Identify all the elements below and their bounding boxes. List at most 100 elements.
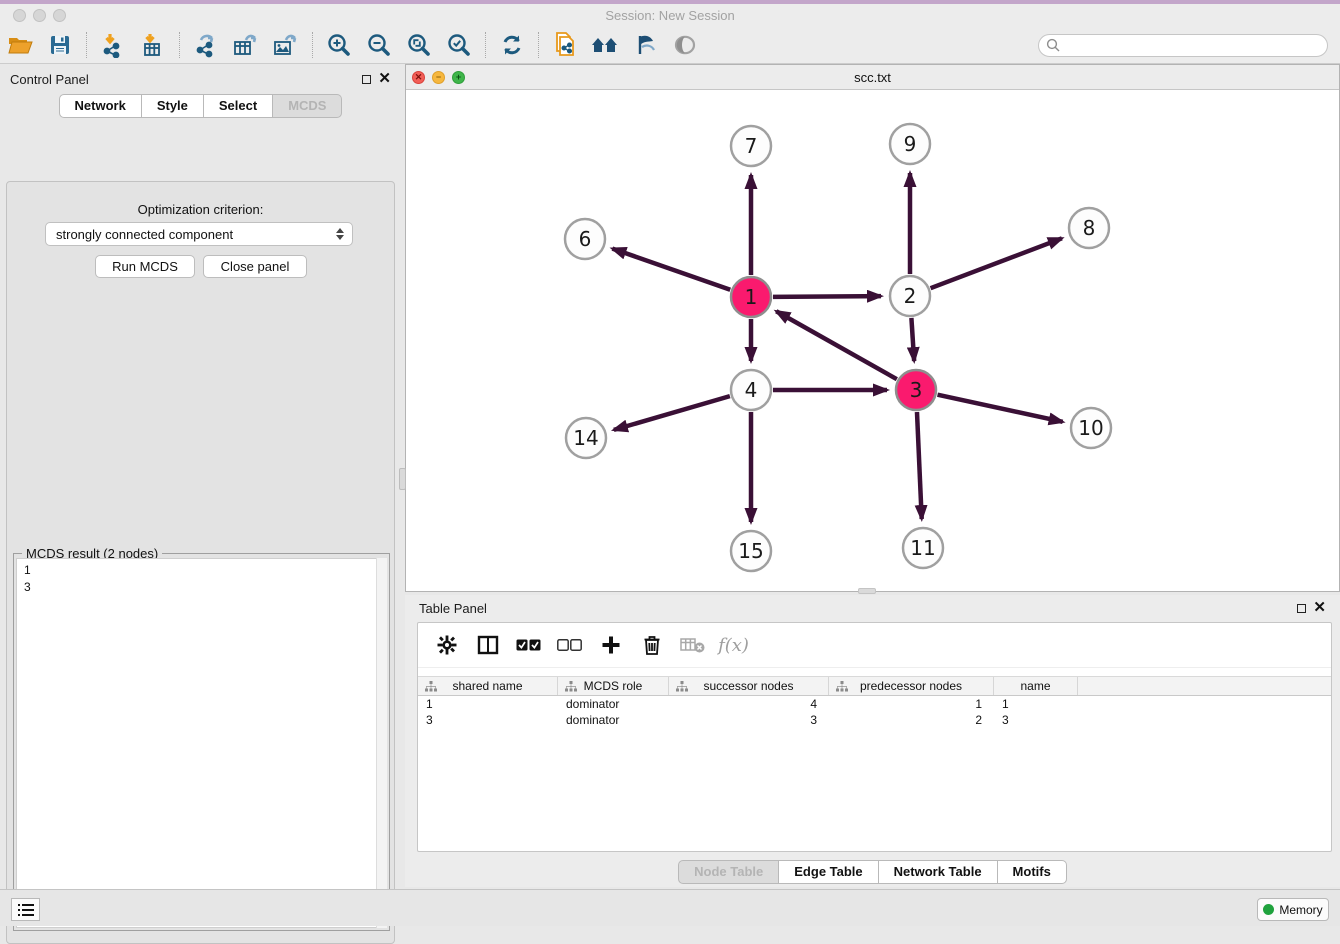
hide-selected-button[interactable]: [625, 29, 665, 61]
search-input[interactable]: [1061, 36, 1327, 54]
tab-style[interactable]: Style: [142, 94, 204, 118]
zoom-selected-button[interactable]: [439, 29, 479, 61]
edge-3-1[interactable]: [776, 311, 897, 379]
add-column-button[interactable]: [592, 627, 629, 663]
cell-shared-name[interactable]: 1: [418, 696, 558, 712]
cell-successor-nodes[interactable]: 4: [669, 696, 829, 712]
close-panel-icon[interactable]: ✕: [378, 74, 391, 84]
zoom-out-icon: [366, 32, 392, 58]
import-network-button[interactable]: [93, 29, 133, 61]
open-session-button[interactable]: [0, 29, 40, 61]
close-panel-button[interactable]: Close panel: [203, 255, 307, 278]
criterion-select[interactable]: strongly connected component: [45, 222, 353, 246]
cell-name[interactable]: 3: [994, 712, 1078, 728]
cell-shared-name[interactable]: 3: [418, 712, 558, 728]
window-controls[interactable]: [13, 9, 73, 27]
node-9[interactable]: 9: [890, 124, 930, 164]
function-builder-button[interactable]: f(x): [715, 627, 752, 663]
node-7[interactable]: 7: [731, 126, 771, 166]
column-type-icon: [425, 681, 437, 692]
column-header-label: MCDS role: [584, 679, 643, 693]
node-4[interactable]: 4: [731, 370, 771, 410]
tab-select[interactable]: Select: [204, 94, 273, 118]
edge-3-11[interactable]: [917, 412, 922, 519]
task-history-button[interactable]: [11, 898, 40, 921]
node-2[interactable]: 2: [890, 276, 930, 316]
export-network-button[interactable]: [186, 29, 226, 61]
select-all-columns-button[interactable]: [510, 627, 547, 663]
delete-column-button[interactable]: [633, 627, 670, 663]
node-11[interactable]: 11: [903, 528, 943, 568]
tab-edge-table[interactable]: Edge Table: [779, 860, 878, 884]
deselect-all-columns-button[interactable]: [551, 627, 588, 663]
run-mcds-button[interactable]: Run MCDS: [95, 255, 195, 278]
close-table-panel-icon[interactable]: ✕: [1313, 603, 1326, 613]
tab-node-table[interactable]: Node Table: [678, 860, 779, 884]
export-table-button[interactable]: [226, 29, 266, 61]
import-table-button[interactable]: [133, 29, 173, 61]
zoom-window-icon[interactable]: [53, 9, 66, 22]
tab-network-table[interactable]: Network Table: [879, 860, 998, 884]
cell-successor-nodes[interactable]: 3: [669, 712, 829, 728]
tab-network[interactable]: Network: [59, 94, 142, 118]
node-3[interactable]: 3: [896, 370, 936, 410]
toggle-columns-button[interactable]: [469, 627, 506, 663]
result-scrollbar[interactable]: [376, 558, 387, 928]
node-label: 8: [1083, 216, 1096, 240]
edge-4-14[interactable]: [614, 396, 730, 430]
zoom-in-button[interactable]: [319, 29, 359, 61]
tab-motifs[interactable]: Motifs: [998, 860, 1067, 884]
node-8[interactable]: 8: [1069, 208, 1109, 248]
gear-icon: [437, 635, 457, 655]
mcds-result-group: MCDS result (2 nodes) 1 3: [13, 553, 390, 931]
cell-predecessor-nodes[interactable]: 2: [829, 712, 994, 728]
search-box[interactable]: [1038, 34, 1328, 57]
edge-3-10[interactable]: [937, 395, 1062, 422]
float-table-panel-icon[interactable]: [1297, 604, 1306, 613]
close-window-icon[interactable]: [13, 9, 26, 22]
node-6[interactable]: 6: [565, 219, 605, 259]
node-14[interactable]: 14: [566, 418, 606, 458]
first-neighbors-button[interactable]: [585, 29, 625, 61]
node-1[interactable]: 1: [731, 277, 771, 317]
zoom-fit-button[interactable]: [399, 29, 439, 61]
horizontal-splitter-handle[interactable]: [858, 588, 876, 594]
edge-1-2[interactable]: [773, 296, 881, 297]
cell-MCDS-role[interactable]: dominator: [558, 696, 669, 712]
tab-mcds[interactable]: MCDS: [273, 94, 342, 118]
table-settings-button[interactable]: [428, 627, 465, 663]
table-row[interactable]: 3dominator323: [418, 712, 1331, 728]
memory-button[interactable]: Memory: [1257, 898, 1329, 921]
cell-MCDS-role[interactable]: dominator: [558, 712, 669, 728]
show-all-button[interactable]: [665, 29, 705, 61]
refresh-layout-button[interactable]: [492, 29, 532, 61]
table-row[interactable]: 1dominator411: [418, 696, 1331, 712]
column-header-shared-name[interactable]: shared name: [418, 677, 558, 695]
delete-table-button[interactable]: [674, 627, 711, 663]
column-header-predecessor-nodes[interactable]: predecessor nodes: [829, 677, 994, 695]
minimize-window-icon[interactable]: [33, 9, 46, 22]
mcds-result-text[interactable]: 1 3: [16, 558, 387, 928]
float-panel-icon[interactable]: [362, 75, 371, 84]
cell-name[interactable]: 1: [994, 696, 1078, 712]
table-panel-title: Table Panel: [419, 601, 487, 616]
zoom-fit-icon: [406, 32, 432, 58]
column-header-MCDS-role[interactable]: MCDS role: [558, 677, 669, 695]
zoom-out-button[interactable]: [359, 29, 399, 61]
edge-2-8[interactable]: [931, 238, 1062, 288]
edge-1-6[interactable]: [612, 249, 730, 290]
vertical-splitter-handle[interactable]: [399, 468, 406, 490]
node-10[interactable]: 10: [1071, 408, 1111, 448]
column-header-successor-nodes[interactable]: successor nodes: [669, 677, 829, 695]
clone-network-button[interactable]: [545, 29, 585, 61]
save-session-button[interactable]: [40, 29, 80, 61]
network-window-title: scc.txt: [406, 70, 1339, 85]
column-header-name[interactable]: name: [994, 677, 1078, 695]
network-canvas[interactable]: 7 9 6 8 1 2 4 3 14 10 15 11: [406, 90, 1339, 591]
node-15[interactable]: 15: [731, 531, 771, 571]
export-image-button[interactable]: [266, 29, 306, 61]
toolbar-separator: [538, 32, 539, 58]
edge-2-3[interactable]: [911, 318, 914, 361]
fx-icon: f(x): [718, 635, 749, 656]
cell-predecessor-nodes[interactable]: 1: [829, 696, 994, 712]
